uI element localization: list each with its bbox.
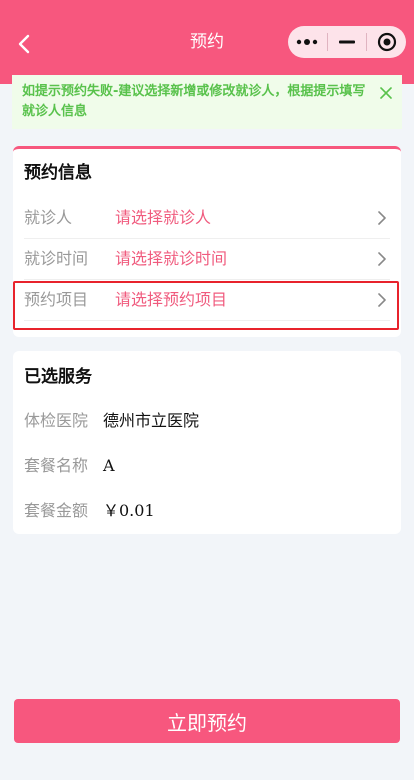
navbar: 预约 (0, 0, 414, 84)
more-button[interactable] (288, 26, 327, 58)
visit-time-label: 就诊时间 (24, 249, 89, 268)
appointment-item-label: 预约项目 (24, 290, 89, 309)
appointment-item-row[interactable]: 预约项目 请选择预约项目 (13, 279, 401, 321)
row-divider (24, 320, 390, 321)
package-name-value: A (103, 456, 115, 475)
close-icon (380, 87, 392, 99)
appointment-card-title: 预约信息 (24, 163, 92, 183)
book-now-button[interactable]: 立即预约 (14, 699, 400, 743)
package-price-value: ￥0.01 (103, 501, 155, 520)
notice-text: 如提示预约失败-建议选择新增或修改就诊人，根据提示填写就诊人信息 (22, 84, 366, 119)
hospital-row: 体检医院 德州市立医院 (13, 409, 401, 433)
appointment-item-value: 请选择预约项目 (115, 290, 228, 309)
minimize-icon (339, 40, 355, 44)
package-name-row: 套餐名称 A (13, 454, 401, 478)
minimize-button[interactable] (328, 26, 367, 58)
hospital-value: 德州市立医院 (103, 411, 200, 430)
chevron-left-icon (18, 34, 30, 54)
close-target-icon (377, 32, 396, 52)
visit-time-row[interactable]: 就诊时间 请选择就诊时间 (13, 238, 401, 280)
more-dots-icon (297, 39, 318, 45)
selected-service-card: 已选服务 体检医院 德州市立医院 套餐名称 A 套餐金额 ￥0.01 (13, 351, 401, 534)
mini-program-capsule (288, 26, 406, 58)
notice-banner: 如提示预约失败-建议选择新增或修改就诊人，根据提示填写就诊人信息 (12, 75, 402, 129)
package-price-row: 套餐金额 ￥0.01 (13, 499, 401, 523)
chevron-right-icon (378, 293, 386, 307)
chevron-right-icon (378, 252, 386, 266)
package-price-label: 套餐金额 (24, 501, 89, 520)
notice-close-button[interactable] (378, 85, 394, 101)
close-miniprogram-button[interactable] (367, 26, 406, 58)
visit-time-value: 请选择就诊时间 (115, 249, 228, 268)
appointment-info-card: 预约信息 就诊人 请选择就诊人 就诊时间 请选择就诊时间 预约项目 请选择预约项… (13, 146, 401, 337)
package-name-label: 套餐名称 (24, 456, 89, 475)
back-button[interactable] (8, 28, 40, 60)
patient-row[interactable]: 就诊人 请选择就诊人 (13, 197, 401, 239)
service-card-title: 已选服务 (24, 367, 92, 387)
patient-value: 请选择就诊人 (115, 208, 212, 227)
chevron-right-icon (378, 211, 386, 225)
hospital-label: 体检医院 (24, 411, 89, 430)
patient-label: 就诊人 (24, 208, 73, 227)
